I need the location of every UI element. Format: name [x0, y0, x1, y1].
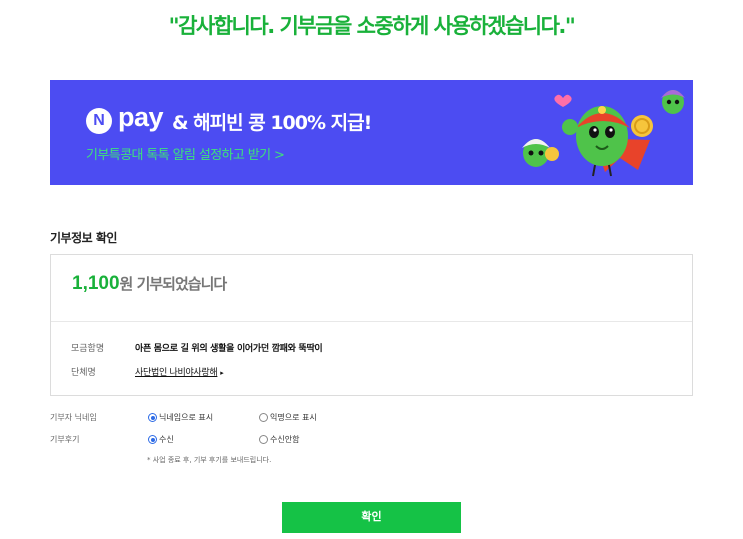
radio-review-decline[interactable]: 수신안함: [259, 434, 299, 445]
banner-subtext-link[interactable]: 기부특콩대 톡톡 알림 설정하고 받기 >: [86, 144, 285, 163]
radio-nickname-show[interactable]: 닉네임으로 표시: [148, 412, 213, 423]
banner-headline: & 해피빈 콩 100% 지급!: [172, 112, 372, 134]
radio-label: 수신: [159, 435, 174, 444]
radio-unselected-icon: [259, 413, 268, 422]
review-option-row: 기부후기 수신 수신안함: [50, 434, 693, 446]
organization-row: 단체명 사단법인 나비야사랑해 ▸: [71, 365, 224, 378]
radio-label: 익명으로 표시: [270, 413, 317, 422]
fundraiser-label: 모금함명: [71, 344, 105, 354]
radio-anonymous[interactable]: 익명으로 표시: [259, 412, 317, 423]
donation-info-box: 1,100원 기부되었습니다 모금함명 아픈 몸으로 길 위의 생활을 이어가던 …: [50, 254, 693, 396]
npay-promo-banner[interactable]: N pay & 해피빈 콩 100% 지급! 기부특콩대 톡톡 알림 설정하고 …: [50, 80, 693, 185]
donation-amount: 1,100: [72, 273, 120, 294]
radio-selected-icon: [148, 413, 157, 422]
radio-review-receive[interactable]: 수신: [148, 434, 174, 445]
npay-logo-icon: N: [86, 108, 112, 134]
fundraiser-row: 모금함명 아픈 몸으로 길 위의 생활을 이어가던 깜패와 뚝딱이: [71, 341, 323, 354]
radio-selected-icon: [148, 435, 157, 444]
section-title: 기부정보 확인: [50, 231, 117, 245]
donation-amount-suffix: 원 기부되었습니다: [119, 275, 228, 293]
nickname-option-row: 기부자 닉네임 닉네임으로 표시 익명으로 표시: [50, 412, 693, 424]
confirm-button[interactable]: 확인: [282, 502, 461, 533]
fundraiser-name: 아픈 몸으로 길 위의 생활을 이어가던 깜패와 뚝딱이: [135, 344, 323, 354]
radio-unselected-icon: [259, 435, 268, 444]
thanks-message: "감사합니다. 기부금을 소중하게 사용하겠습니다.": [168, 14, 576, 38]
organization-label: 단체명: [71, 368, 96, 378]
radio-label: 닉네임으로 표시: [159, 413, 214, 422]
npay-wordmark: pay: [118, 102, 164, 132]
donation-amount-row: 1,100원 기부되었습니다: [72, 273, 228, 303]
review-note: * 사업 종료 후, 기부 후기를 보내드립니다.: [147, 456, 272, 464]
radio-label: 수신안함: [270, 435, 300, 444]
review-label: 기부후기: [50, 435, 80, 444]
nickname-label: 기부자 닉네임: [50, 413, 97, 422]
bean-characters-illustration: [522, 90, 685, 177]
organization-link[interactable]: 사단법인 나비야사랑해: [135, 368, 218, 378]
arrow-right-icon: ▸: [220, 369, 224, 377]
divider: [51, 321, 692, 322]
